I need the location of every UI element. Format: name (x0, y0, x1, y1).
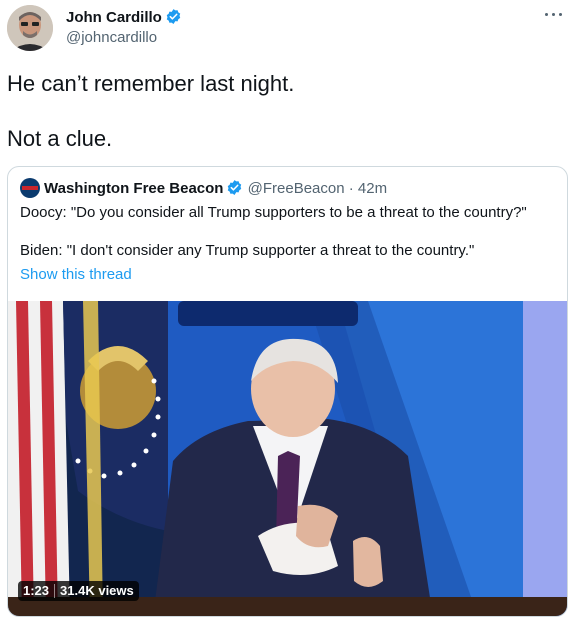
author-name-text[interactable]: John Cardillo (66, 9, 162, 26)
video-duration: 1:23 (23, 583, 50, 598)
verified-badge-icon (228, 180, 242, 195)
quoted-text-line-1: Doocy: "Do you consider all Trump suppor… (20, 204, 527, 221)
quoted-avatar (20, 178, 40, 198)
quoted-text-line-2: Biden: "I don't consider any Trump suppo… (20, 242, 475, 259)
quoted-time: · 42m (348, 180, 388, 197)
video-player[interactable]: 1:23 31.4K views (8, 301, 567, 616)
author-name[interactable]: John Cardillo (66, 8, 182, 26)
video-views: 31.4K views (60, 583, 134, 598)
verified-badge-icon (166, 9, 181, 24)
tweet-line-1: He can’t remember last night. (7, 71, 295, 96)
quoted-header: Washington Free Beacon @FreeBeacon · 42m (20, 178, 387, 198)
tweet-line-2: Not a clue. (7, 126, 113, 151)
author-handle[interactable]: @johncardillo (66, 29, 157, 46)
tweet-text: He can’t remember last night. Not a clue… (7, 70, 294, 153)
quoted-name: Washington Free Beacon (44, 180, 224, 197)
video-stats-badge: 1:23 31.4K views (18, 581, 139, 601)
video-frame (8, 301, 567, 616)
quoted-tweet[interactable]: Washington Free Beacon @FreeBeacon · 42m… (7, 166, 568, 617)
avatar[interactable] (7, 5, 53, 51)
show-thread-link[interactable]: Show this thread (20, 266, 132, 283)
quoted-handle: @FreeBeacon (247, 180, 345, 197)
more-icon[interactable] (543, 6, 565, 22)
